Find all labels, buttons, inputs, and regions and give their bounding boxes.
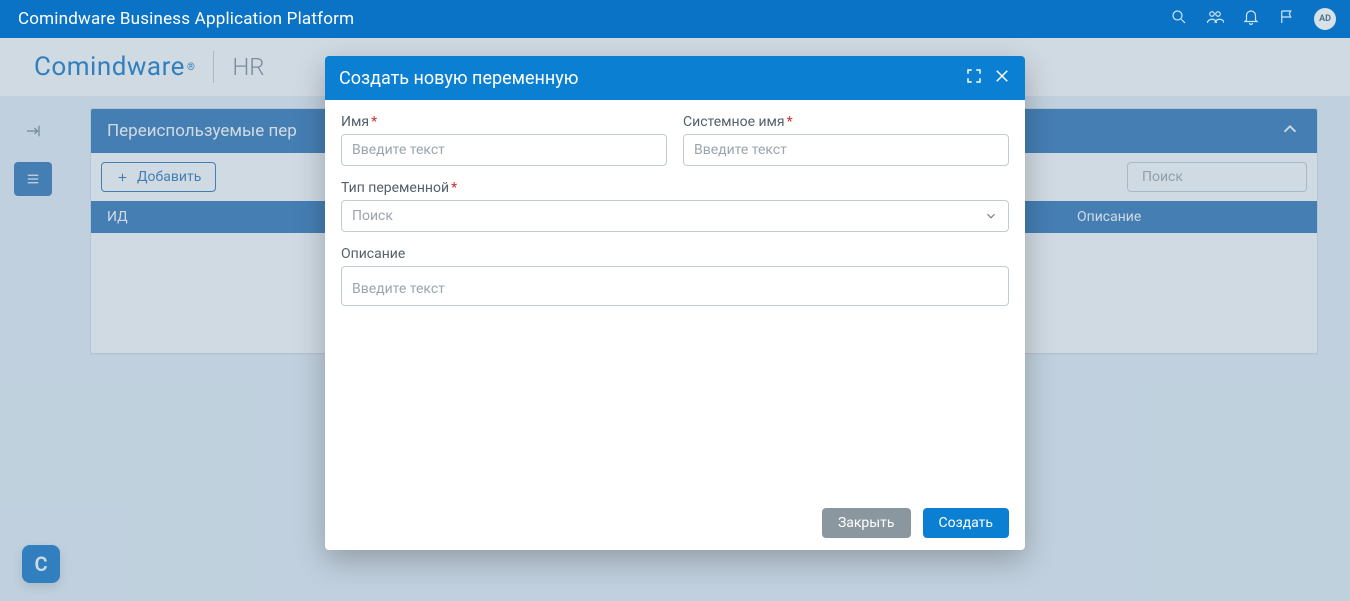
modal-header-icons <box>965 67 1011 89</box>
users-icon[interactable] <box>1206 8 1224 30</box>
label-sysname: Системное имя* <box>683 114 1009 130</box>
type-select[interactable]: Поиск <box>341 200 1009 232</box>
sysname-input[interactable] <box>683 134 1009 166</box>
topbar: Comindware Business Application Platform… <box>0 0 1350 38</box>
flag-icon[interactable] <box>1278 8 1296 30</box>
modal-create-variable: Создать новую переменную Имя* Системное … <box>325 56 1025 550</box>
label-name: Имя* <box>341 114 667 130</box>
bell-icon[interactable] <box>1242 8 1260 30</box>
search-icon[interactable] <box>1170 8 1188 30</box>
field-type: Тип переменной* Поиск <box>341 180 1009 232</box>
field-name: Имя* <box>341 114 667 166</box>
type-select-placeholder: Поиск <box>352 208 393 224</box>
name-input[interactable] <box>341 134 667 166</box>
close-icon[interactable] <box>993 67 1011 89</box>
label-name-text: Имя <box>341 114 369 130</box>
label-type: Тип переменной* <box>341 180 1009 196</box>
field-sysname: Системное имя* <box>683 114 1009 166</box>
modal-header: Создать новую переменную <box>325 56 1025 100</box>
label-type-text: Тип переменной <box>341 180 449 196</box>
label-desc: Описание <box>341 246 1009 262</box>
maximize-icon[interactable] <box>965 67 983 89</box>
modal-title: Создать новую переменную <box>339 68 579 89</box>
app-title: Comindware Business Application Platform <box>18 9 354 29</box>
chevron-down-icon <box>984 209 998 223</box>
label-sysname-text: Системное имя <box>683 114 785 130</box>
modal-footer: Закрыть Создать <box>325 496 1025 550</box>
topbar-icons: AD <box>1170 8 1336 30</box>
close-button[interactable]: Закрыть <box>822 508 911 538</box>
desc-input[interactable] <box>341 266 1009 306</box>
modal-body: Имя* Системное имя* Тип переменной* Поис… <box>325 100 1025 496</box>
field-desc: Описание <box>341 246 1009 306</box>
avatar[interactable]: AD <box>1314 8 1336 30</box>
create-button[interactable]: Создать <box>923 508 1010 538</box>
